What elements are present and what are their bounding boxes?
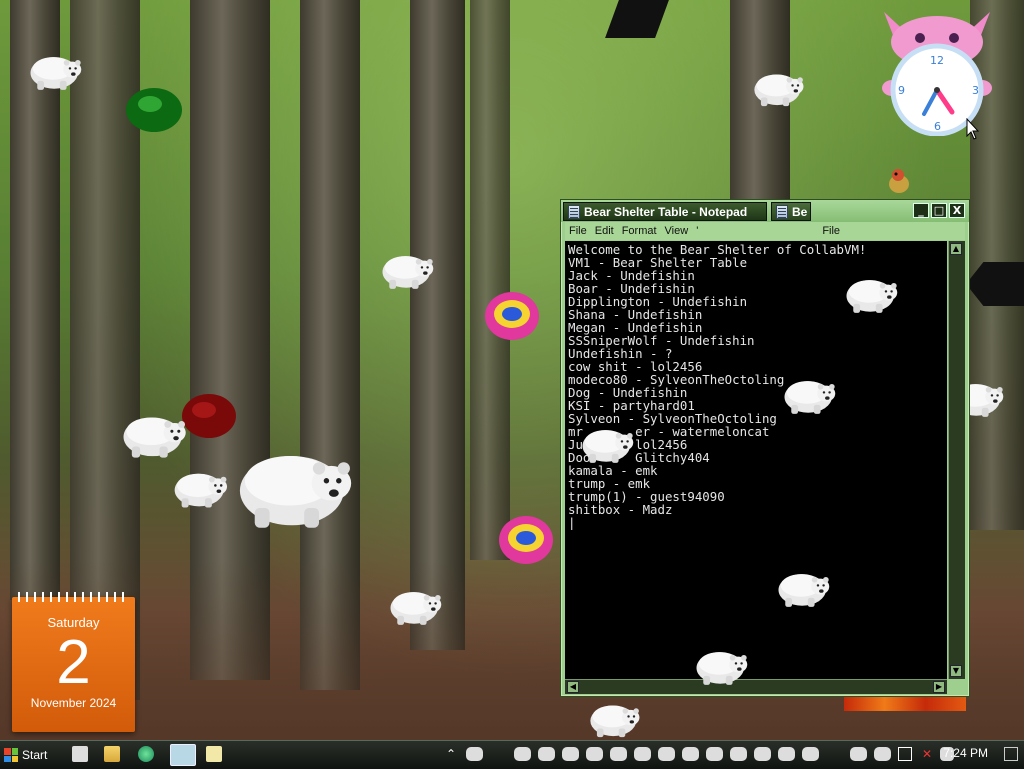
menu-edit[interactable]: Edit	[595, 225, 614, 237]
psychedelic-bear	[496, 512, 556, 568]
menu-file[interactable]: File	[569, 225, 587, 237]
editor-line: shitbox - Madz	[568, 502, 673, 517]
bear-icon[interactable]	[802, 747, 819, 761]
clock-gadget[interactable]: 12 3 6 9	[878, 8, 996, 137]
bear-icon[interactable]	[658, 747, 675, 761]
windows-flag-icon	[4, 748, 18, 762]
black-shape	[605, 0, 669, 38]
folder-icon[interactable]	[104, 746, 120, 762]
bear-icon[interactable]	[634, 747, 651, 761]
calendar-month-year: November 2024	[30, 696, 117, 710]
close-button[interactable]: X	[949, 203, 965, 218]
polar-bear	[118, 400, 194, 464]
bird-sprite	[884, 166, 914, 196]
polar-bear	[774, 558, 836, 614]
polar-bear	[578, 414, 640, 470]
scroll-up-icon[interactable]: ▲	[950, 243, 962, 255]
bear-icon[interactable]	[466, 747, 483, 761]
bear-icon[interactable]	[706, 747, 723, 761]
show-desktop-icon[interactable]	[1004, 747, 1018, 761]
second-window-title: Be	[792, 204, 808, 219]
clock-time[interactable]: 7:24 PM	[943, 746, 988, 760]
notepad-icon	[568, 204, 580, 219]
mouse-pointer-icon	[966, 117, 980, 140]
notepad-tab[interactable]: Bear Shelter Table - Notepad	[563, 202, 767, 221]
polar-bear	[230, 418, 366, 546]
bear-icon[interactable]	[610, 747, 627, 761]
scroll-right-icon[interactable]: ▶	[933, 681, 945, 693]
network-icon[interactable]	[898, 747, 912, 761]
polar-bear	[842, 264, 904, 320]
polar-bear	[378, 240, 440, 296]
vertical-scrollbar[interactable]: ▲ ▼	[948, 241, 965, 679]
polar-bear	[586, 692, 646, 742]
menu-view[interactable]: View	[665, 225, 689, 237]
chevron-up-icon[interactable]: ⌃	[446, 747, 456, 761]
calendar-gadget[interactable]: Saturday 2 November 2024	[12, 592, 135, 732]
maximize-button[interactable]: □	[931, 203, 947, 218]
notepad-icon[interactable]	[206, 746, 222, 762]
second-menu-file[interactable]: File	[822, 225, 840, 237]
svg-text:12: 12	[930, 54, 944, 67]
menu-format[interactable]: Format	[622, 225, 657, 237]
notepad-icon[interactable]	[170, 744, 196, 766]
polar-bear	[692, 636, 754, 692]
polar-bear	[386, 576, 448, 632]
bear-icon[interactable]	[754, 747, 771, 761]
bear-icon[interactable]	[514, 747, 531, 761]
bear-icon[interactable]	[874, 747, 891, 761]
window-title: Bear Shelter Table - Notepad	[584, 204, 748, 219]
bear-icon[interactable]	[72, 746, 88, 762]
calendar-day-number: 2	[56, 628, 91, 697]
horizontal-scrollbar[interactable]: ◀ ▶	[565, 679, 947, 694]
start-button[interactable]: Start	[0, 743, 55, 767]
svg-text:6: 6	[934, 120, 941, 133]
bear-icon[interactable]	[850, 747, 867, 761]
bear-icon[interactable]	[778, 747, 795, 761]
bear-icon[interactable]	[538, 747, 555, 761]
start-label: Start	[22, 748, 48, 762]
green-blob	[124, 86, 184, 136]
volume-muted-icon[interactable]: ✕	[922, 747, 936, 761]
browser-icon[interactable]	[138, 746, 154, 762]
minimize-button[interactable]: _	[913, 203, 929, 218]
psychedelic-bear	[482, 288, 542, 344]
scroll-down-icon[interactable]: ▼	[950, 665, 962, 677]
notepad-icon	[776, 204, 788, 219]
second-window-tab[interactable]: Be	[771, 202, 811, 221]
svg-text:3: 3	[972, 84, 979, 97]
title-bar[interactable]: Bear Shelter Table - Notepad Be _ □ X	[561, 200, 969, 222]
polar-bear	[170, 458, 234, 514]
polar-bear	[780, 366, 842, 420]
text-cursor: |	[568, 515, 576, 530]
svg-text:9: 9	[898, 84, 905, 97]
bear-icon[interactable]	[562, 747, 579, 761]
bear-icon[interactable]	[682, 747, 699, 761]
menu-help-fragment[interactable]: '	[696, 225, 698, 237]
taskbar: Start ⌃ ✕ 7:24 PM	[0, 740, 1024, 769]
polar-bear	[26, 42, 88, 96]
menu-bar: File Edit Format View ' File	[565, 222, 965, 240]
bear-icon[interactable]	[586, 747, 603, 761]
polar-bear	[750, 60, 810, 112]
scroll-left-icon[interactable]: ◀	[567, 681, 579, 693]
bear-icon[interactable]	[730, 747, 747, 761]
fire-strip	[844, 697, 966, 711]
